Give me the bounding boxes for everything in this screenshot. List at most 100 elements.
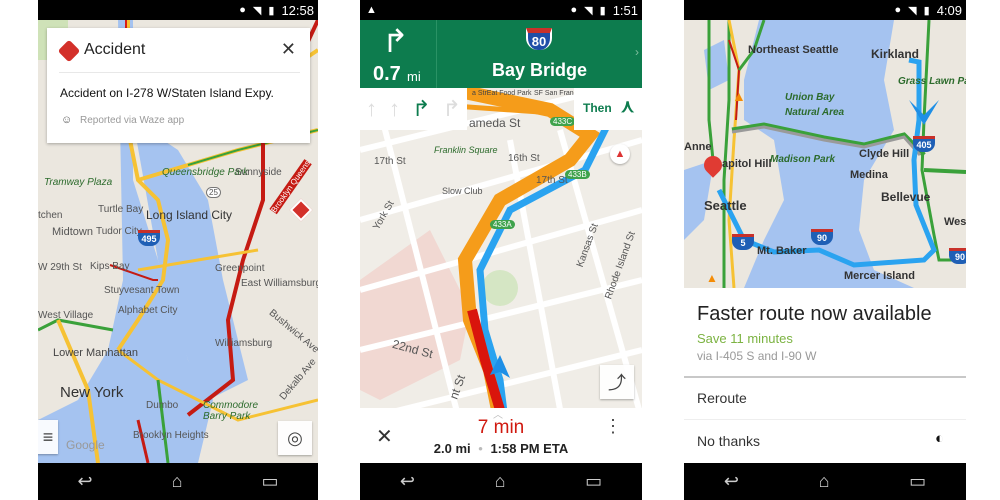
home-icon[interactable]: ⌂ bbox=[819, 471, 830, 492]
map-label: Mt. Baker bbox=[757, 245, 807, 257]
more-options-icon[interactable]: ⋮ bbox=[604, 417, 622, 435]
map-label: Kips Bay bbox=[90, 261, 130, 272]
my-location-button[interactable]: ◎ bbox=[278, 421, 312, 455]
map-label: Alphabet City bbox=[118, 305, 178, 316]
map-label: Kirkland bbox=[871, 47, 920, 61]
accident-card[interactable]: Accident ✕ Accident on I-278 W/Staten Is… bbox=[47, 28, 310, 143]
map-label: Stuyvesant Town bbox=[104, 285, 180, 296]
menu-icon: ≡ bbox=[42, 426, 54, 447]
interstate-shield: 80 bbox=[526, 28, 552, 50]
recents-icon[interactable]: ▭ bbox=[261, 471, 278, 492]
turn-right-icon: ↱ bbox=[382, 23, 409, 59]
interstate-shield: 405 bbox=[913, 136, 935, 152]
trip-summary-panel[interactable]: ︿ ✕ 7 min 2.0 mi • 1:58 PM ETA ⋮ bbox=[360, 408, 642, 463]
wifi-icon: ◥ bbox=[584, 4, 593, 17]
map-label: Slow Club bbox=[442, 186, 483, 196]
interstate-shield: 495 bbox=[138, 230, 160, 246]
crosshair-icon: ◎ bbox=[287, 427, 303, 448]
map-label: Franklin Square bbox=[434, 145, 498, 155]
lane-right-icon: ↱ bbox=[442, 96, 461, 121]
map-label: Sunnyside bbox=[235, 167, 282, 178]
warning-icon[interactable]: ▲ bbox=[732, 88, 746, 104]
map-label: Brooklyn Heights bbox=[133, 430, 209, 441]
route-via: via I-405 S and I-90 W bbox=[697, 349, 817, 363]
interstate-shield: 90 bbox=[811, 229, 833, 245]
home-icon[interactable]: ⌂ bbox=[495, 471, 506, 492]
map-label: Tudor City bbox=[96, 226, 142, 237]
map-label: Medina bbox=[850, 169, 888, 181]
status-bar: ● ◥ ▮ 12:58 bbox=[38, 0, 318, 20]
chevron-right-icon[interactable]: › bbox=[635, 45, 639, 59]
card-title: Accident bbox=[84, 41, 146, 58]
interstate-shield: 90 bbox=[949, 248, 966, 264]
distance-unit: mi bbox=[407, 69, 421, 84]
map-label: Williamsburg bbox=[215, 338, 273, 349]
android-nav-bar: ↩ ⌂ ▭ bbox=[684, 463, 966, 500]
time-savings: Save 11 minutes bbox=[697, 331, 793, 346]
back-icon[interactable]: ↩ bbox=[724, 471, 739, 492]
phone-navigation: ▲ ● ◥ ▮ 1:51 ameda St a StrEat Food Park… bbox=[360, 0, 642, 500]
route-map[interactable]: ▲ ▲ Northeast Seattle Kirkland Grass Law… bbox=[684, 20, 966, 288]
distance-value: 0.7 bbox=[373, 63, 401, 85]
map-label: Greenpoint bbox=[215, 263, 265, 274]
map-label: Northeast Seattle bbox=[748, 44, 839, 56]
close-icon[interactable]: ✕ bbox=[281, 39, 296, 60]
separator-dot: • bbox=[478, 441, 483, 456]
home-icon[interactable]: ⌂ bbox=[172, 471, 183, 492]
map-label: West bbox=[944, 216, 966, 228]
no-thanks-label: No thanks bbox=[697, 433, 761, 449]
then-instruction: Then ⋏ bbox=[574, 88, 642, 130]
recents-icon[interactable]: ▭ bbox=[585, 471, 602, 492]
phone-traffic-accident: ● ◥ ▮ 12:58 Queensbridge Park Sunnyside … bbox=[38, 0, 318, 500]
map-label: New York bbox=[60, 384, 124, 401]
fork-icon: ⋏ bbox=[621, 96, 635, 116]
status-bar: ● ◥ ▮ 4:09 bbox=[684, 0, 966, 20]
battery-icon: ▮ bbox=[599, 4, 606, 17]
divider bbox=[59, 72, 300, 73]
construction-icon[interactable]: ▲ bbox=[706, 271, 718, 285]
route-overview-icon: ⤴ bbox=[608, 373, 626, 393]
map-label: Clyde Hill bbox=[859, 148, 910, 160]
map-label: Long Island City bbox=[146, 208, 233, 222]
map-label: East Williamsburg bbox=[241, 278, 318, 289]
location-icon: ● bbox=[570, 4, 578, 16]
then-label: Then bbox=[583, 101, 612, 115]
turn-instruction-header[interactable]: ↱ 0.7 mi 80 Bay Bridge › bbox=[360, 20, 642, 88]
status-bar: ▲ ● ◥ ▮ 1:51 bbox=[360, 0, 642, 20]
back-icon[interactable]: ↩ bbox=[78, 471, 93, 492]
map-label: Tramway Plaza bbox=[44, 177, 113, 188]
google-logo: Google bbox=[66, 438, 105, 452]
reroute-label: Reroute bbox=[697, 390, 747, 406]
recents-icon[interactable]: ▭ bbox=[909, 471, 926, 492]
reroute-button[interactable]: Reroute bbox=[684, 378, 966, 420]
lane-straight-icon: ↑ bbox=[366, 96, 378, 121]
waze-icon: ☺ bbox=[61, 114, 73, 126]
map-label: Lower Manhattan bbox=[53, 347, 138, 359]
exit-badge: 433A bbox=[490, 220, 515, 229]
card-title: Faster route now available bbox=[697, 303, 932, 325]
map-label: Bellevue bbox=[881, 190, 931, 204]
route-marker: 25 bbox=[206, 187, 221, 198]
exit-badge: 433B bbox=[565, 170, 590, 179]
map-label: W 29th St bbox=[38, 262, 82, 273]
wifi-icon: ◥ bbox=[908, 4, 917, 17]
map-label: 17th St bbox=[374, 156, 406, 167]
no-thanks-button[interactable]: No thanks ◐ bbox=[684, 421, 966, 463]
accident-description: Accident on I-278 W/Staten Island Expy. bbox=[60, 86, 274, 100]
eta-minutes: 7 min bbox=[477, 417, 525, 438]
map-label: tchen bbox=[38, 210, 63, 221]
map-label: Midtown bbox=[52, 226, 93, 238]
lane-guidance: ↑ ↑ ↱ ↱ bbox=[360, 88, 467, 130]
wifi-icon: ◥ bbox=[252, 4, 262, 17]
street-name: Bay Bridge bbox=[491, 60, 588, 80]
menu-button[interactable]: ≡ bbox=[38, 420, 58, 454]
faster-route-card: Faster route now available Save 11 minut… bbox=[684, 288, 966, 463]
map-label: Barry Park bbox=[203, 411, 251, 422]
back-icon[interactable]: ↩ bbox=[400, 471, 415, 492]
location-icon: ● bbox=[239, 4, 246, 16]
countdown-timer-icon: ◐ bbox=[934, 430, 944, 447]
route-overview-button[interactable]: ⤴ bbox=[600, 365, 634, 399]
map-label: 16th St bbox=[508, 153, 540, 164]
phone-faster-route: ● ◥ ▮ 4:09 ▲ ▲ Northeast Seattle Kirklan… bbox=[684, 0, 966, 500]
compass-icon[interactable]: ▲ bbox=[610, 144, 630, 164]
